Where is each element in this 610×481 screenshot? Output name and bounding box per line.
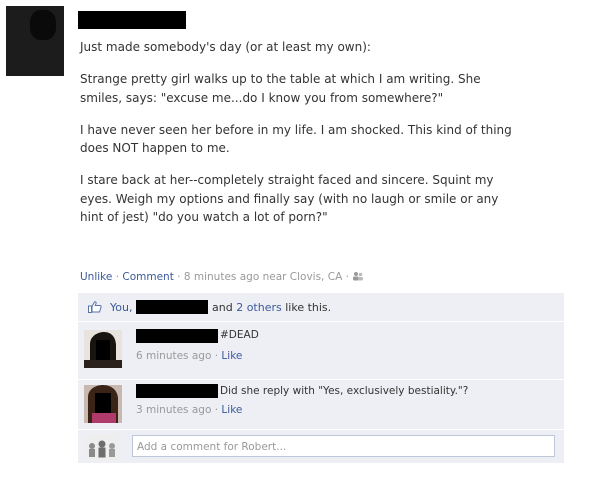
likes-others-link[interactable]: 2 others: [236, 301, 282, 314]
comment-timestamp[interactable]: 6 minutes ago: [136, 350, 211, 362]
author-avatar[interactable]: [6, 6, 64, 76]
avatar-photo: [84, 330, 122, 368]
avatar-photo: [84, 385, 122, 423]
meta-separator: ·: [177, 271, 181, 283]
avatar-photo: [86, 434, 118, 460]
comment-item: Did she reply with "Yes, exclusively bes…: [78, 380, 564, 430]
comment-timestamp[interactable]: 3 minutes ago: [136, 404, 211, 416]
avatar-face-redacted: [30, 10, 56, 40]
comment-text: Did she reply with "Yes, exclusively bes…: [220, 385, 469, 397]
commenter-name-redacted[interactable]: [136, 329, 218, 343]
post-body: Just made somebody's day (or at least my…: [80, 38, 585, 240]
meta-separator: ·: [214, 350, 219, 362]
commenter-avatar[interactable]: [84, 385, 122, 423]
likes-suffix: like this.: [285, 301, 332, 314]
author-name-redacted[interactable]: [78, 11, 186, 29]
comment-like-link[interactable]: Like: [221, 404, 242, 416]
current-user-avatar: [86, 434, 118, 460]
likes-row: You, and 2 others like this.: [78, 293, 564, 321]
commenter-name-redacted[interactable]: [136, 384, 218, 398]
comment-item: #DEAD 6 minutes ago · Like: [78, 322, 564, 372]
divider: [78, 429, 564, 430]
meta-separator: ·: [345, 271, 349, 283]
comment-link[interactable]: Comment: [122, 271, 173, 283]
post-paragraph: Just made somebody's day (or at least my…: [80, 40, 371, 54]
likes-you-link[interactable]: You,: [110, 301, 132, 314]
comment-text: #DEAD: [220, 329, 259, 341]
likes-and: and: [212, 301, 233, 314]
add-comment-input[interactable]: Add a comment for Robert...: [132, 435, 555, 457]
post-paragraph: I stare back at her--completely straight…: [80, 173, 499, 224]
meta-separator: ·: [115, 271, 120, 283]
post-paragraph: I have never seen her before in my life.…: [80, 122, 512, 156]
thumbs-up-icon: [88, 301, 102, 313]
unlike-link[interactable]: Unlike: [80, 271, 112, 283]
meta-separator: ·: [214, 404, 219, 416]
post-paragraph: Strange pretty girl walks up to the tabl…: [80, 72, 481, 105]
feedback-area: You, and 2 others like this. #DEAD 6 min…: [78, 293, 564, 463]
friends-icon: [353, 272, 364, 281]
comment-meta: 3 minutes ago · Like: [136, 404, 242, 416]
commenter-avatar[interactable]: [84, 330, 122, 368]
liker-name-redacted[interactable]: [136, 300, 208, 314]
likes-summary: and 2 others like this.: [212, 301, 331, 314]
post-meta: Unlike · Comment · 8 minutes ago near Cl…: [80, 271, 364, 283]
post-timestamp[interactable]: 8 minutes ago near Clovis, CA: [184, 271, 342, 283]
comment-like-link[interactable]: Like: [221, 350, 242, 362]
comment-meta: 6 minutes ago · Like: [136, 350, 242, 362]
